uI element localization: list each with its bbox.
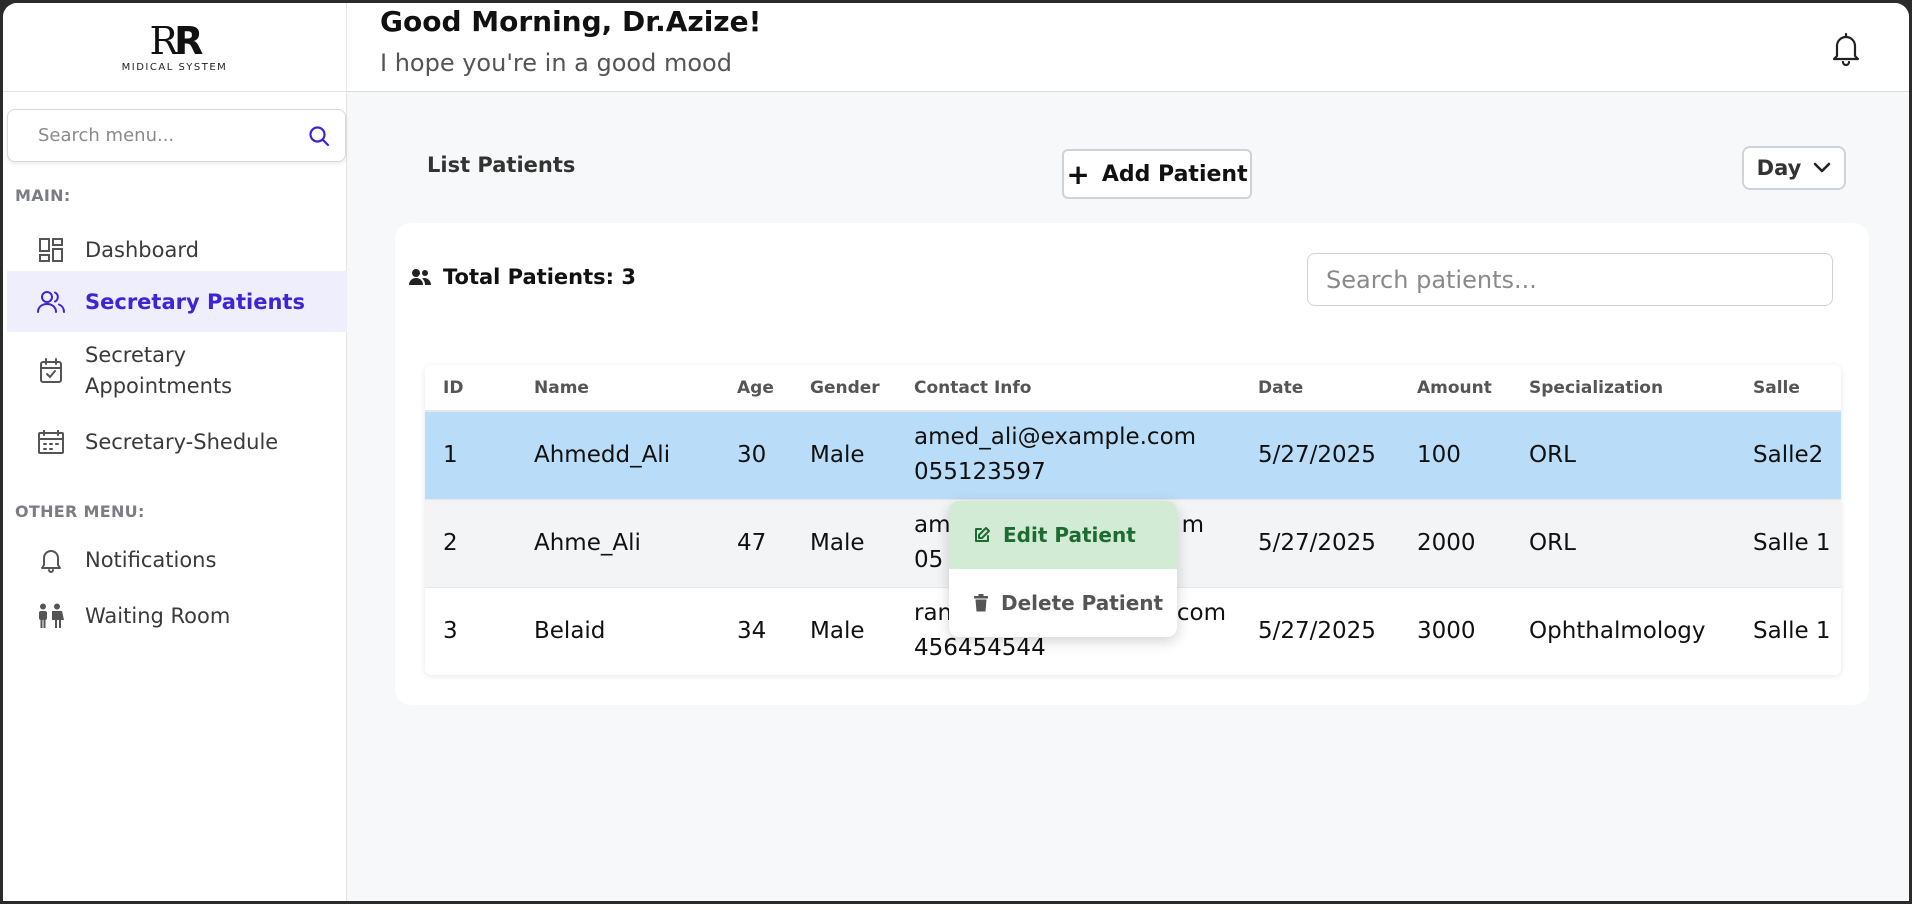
column-header-age[interactable]: Age <box>719 365 792 412</box>
cell-amount: 100 <box>1399 411 1511 500</box>
column-header-salle[interactable]: Salle <box>1735 365 1841 412</box>
cell-gender: Male <box>792 587 896 675</box>
edit-patient-menu-item[interactable]: Edit Patient <box>949 501 1177 569</box>
patient-search-box <box>1307 253 1833 306</box>
cell-name: Ahmedd_Ali <box>516 411 719 500</box>
sidebar-item-secretary-shedule[interactable]: Secretary-Shedule <box>7 417 347 467</box>
top-header: Good Morning, Dr.Azize! I hope you're in… <box>347 3 1909 92</box>
bell-icon <box>1831 32 1861 66</box>
sidebar-item-label: Secretary Appointments <box>85 343 233 398</box>
contact-email-tail: m <box>1181 512 1204 538</box>
sidebar-item-notifications[interactable]: Notifications <box>7 535 347 585</box>
calendar-check-icon <box>37 357 65 385</box>
column-header-name[interactable]: Name <box>516 365 719 412</box>
contact-email: amed_ali@example.com <box>914 424 1197 451</box>
delete-patient-menu-item[interactable]: Delete Patient <box>949 569 1177 637</box>
logo-subtitle: MIDICAL SYSTEM <box>121 61 228 73</box>
contact-email-tail: .com <box>1169 600 1226 626</box>
plus-icon: + <box>1066 157 1090 191</box>
column-header-date[interactable]: Date <box>1240 365 1399 412</box>
other-menu-label: OTHER MENU: <box>15 502 145 521</box>
main-menu-label: MAIN: <box>15 186 71 205</box>
delete-patient-label: Delete Patient <box>1001 591 1164 615</box>
users-icon <box>409 268 431 286</box>
cell-date: 5/27/2025 <box>1240 499 1399 588</box>
search-icon[interactable] <box>307 124 331 148</box>
sidebar-item-label: Secretary-Shedule <box>85 430 279 454</box>
greeting-title: Good Morning, Dr.Azize! <box>380 5 762 38</box>
column-header-amount[interactable]: Amount <box>1399 365 1511 412</box>
app-window: RR MIDICAL SYSTEM MAIN: Dashboard Secret… <box>3 3 1909 901</box>
cell-amount: 3000 <box>1399 587 1511 675</box>
patient-search-input[interactable] <box>1326 265 1814 294</box>
contact-email: ran <box>914 600 953 626</box>
logo-letter-a: R <box>149 18 179 63</box>
cell-contact: amed_ali@example.com 055123597 <box>896 411 1240 500</box>
notifications-button[interactable] <box>1828 29 1864 69</box>
cell-gender: Male <box>792 411 896 500</box>
logo: RR MIDICAL SYSTEM <box>3 3 346 92</box>
calendar-icon <box>37 428 65 456</box>
page-title: List Patients <box>427 153 576 177</box>
contact-email: am <box>914 512 951 538</box>
total-patients-label: Total Patients: 3 <box>443 265 636 289</box>
cell-id: 2 <box>425 499 516 588</box>
bell-icon <box>37 546 65 574</box>
total-patients: Total Patients: 3 <box>409 265 636 289</box>
sidebar-item-label: Notifications <box>85 548 217 572</box>
cell-salle: Salle 1 <box>1735 587 1841 675</box>
chevron-down-icon <box>1813 162 1831 174</box>
trash-icon <box>973 594 989 612</box>
sidebar: RR MIDICAL SYSTEM MAIN: Dashboard Secret… <box>3 3 347 901</box>
sidebar-item-secretary-appointments[interactable]: Secretary Appointments <box>7 337 347 405</box>
cell-id: 3 <box>425 587 516 675</box>
period-select[interactable]: Day <box>1742 146 1846 190</box>
cell-amount: 2000 <box>1399 499 1511 588</box>
row-context-menu: Edit Patient Delete Patient <box>949 501 1177 637</box>
users-icon <box>37 288 65 316</box>
cell-date: 5/27/2025 <box>1240 411 1399 500</box>
add-patient-label: Add Patient <box>1101 161 1248 187</box>
logo-letter-b: R <box>174 18 203 63</box>
edit-patient-label: Edit Patient <box>1003 523 1136 547</box>
column-header-contact[interactable]: Contact Info <box>896 365 1240 412</box>
cell-specialization: ORL <box>1511 499 1735 588</box>
contact-phone: 055123597 <box>914 459 1046 486</box>
dashboard-grid-icon <box>37 236 65 264</box>
column-header-gender[interactable]: Gender <box>792 365 896 412</box>
table-row[interactable]: 1 Ahmedd_Ali 30 Male amed_ali@example.co… <box>425 411 1841 500</box>
cell-name: Ahme_Ali <box>516 499 719 588</box>
greeting-subtitle: I hope you're in a good mood <box>380 49 732 77</box>
sidebar-item-secretary-patients[interactable]: Secretary Patients <box>7 271 347 332</box>
column-header-specialization[interactable]: Specialization <box>1511 365 1735 412</box>
sidebar-item-waiting-room[interactable]: Waiting Room <box>7 591 347 641</box>
edit-icon <box>973 526 991 544</box>
cell-gender: Male <box>792 499 896 588</box>
people-icon <box>37 602 65 630</box>
cell-date: 5/27/2025 <box>1240 587 1399 675</box>
column-header-id[interactable]: ID <box>425 365 516 412</box>
logo-mark: RR <box>149 18 204 63</box>
add-patient-button[interactable]: + Add Patient <box>1062 149 1252 199</box>
cell-salle: Salle2 <box>1735 411 1841 500</box>
cell-name: Belaid <box>516 587 719 675</box>
sidebar-item-label: Secretary Patients <box>85 289 305 314</box>
sidebar-item-label: Waiting Room <box>85 604 231 628</box>
cell-id: 1 <box>425 411 516 500</box>
table-header-row: ID Name Age Gender Contact Info Date Amo… <box>425 365 1841 412</box>
menu-search-input[interactable] <box>38 125 307 146</box>
sidebar-item-dashboard[interactable]: Dashboard <box>7 223 347 277</box>
sidebar-item-label: Dashboard <box>85 238 199 262</box>
cell-specialization: Ophthalmology <box>1511 587 1735 675</box>
cell-age: 34 <box>719 587 792 675</box>
cell-salle: Salle 1 <box>1735 499 1841 588</box>
cell-specialization: ORL <box>1511 411 1735 500</box>
cell-age: 47 <box>719 499 792 588</box>
menu-search-box <box>7 109 346 162</box>
cell-age: 30 <box>719 411 792 500</box>
period-select-value: Day <box>1756 156 1802 180</box>
